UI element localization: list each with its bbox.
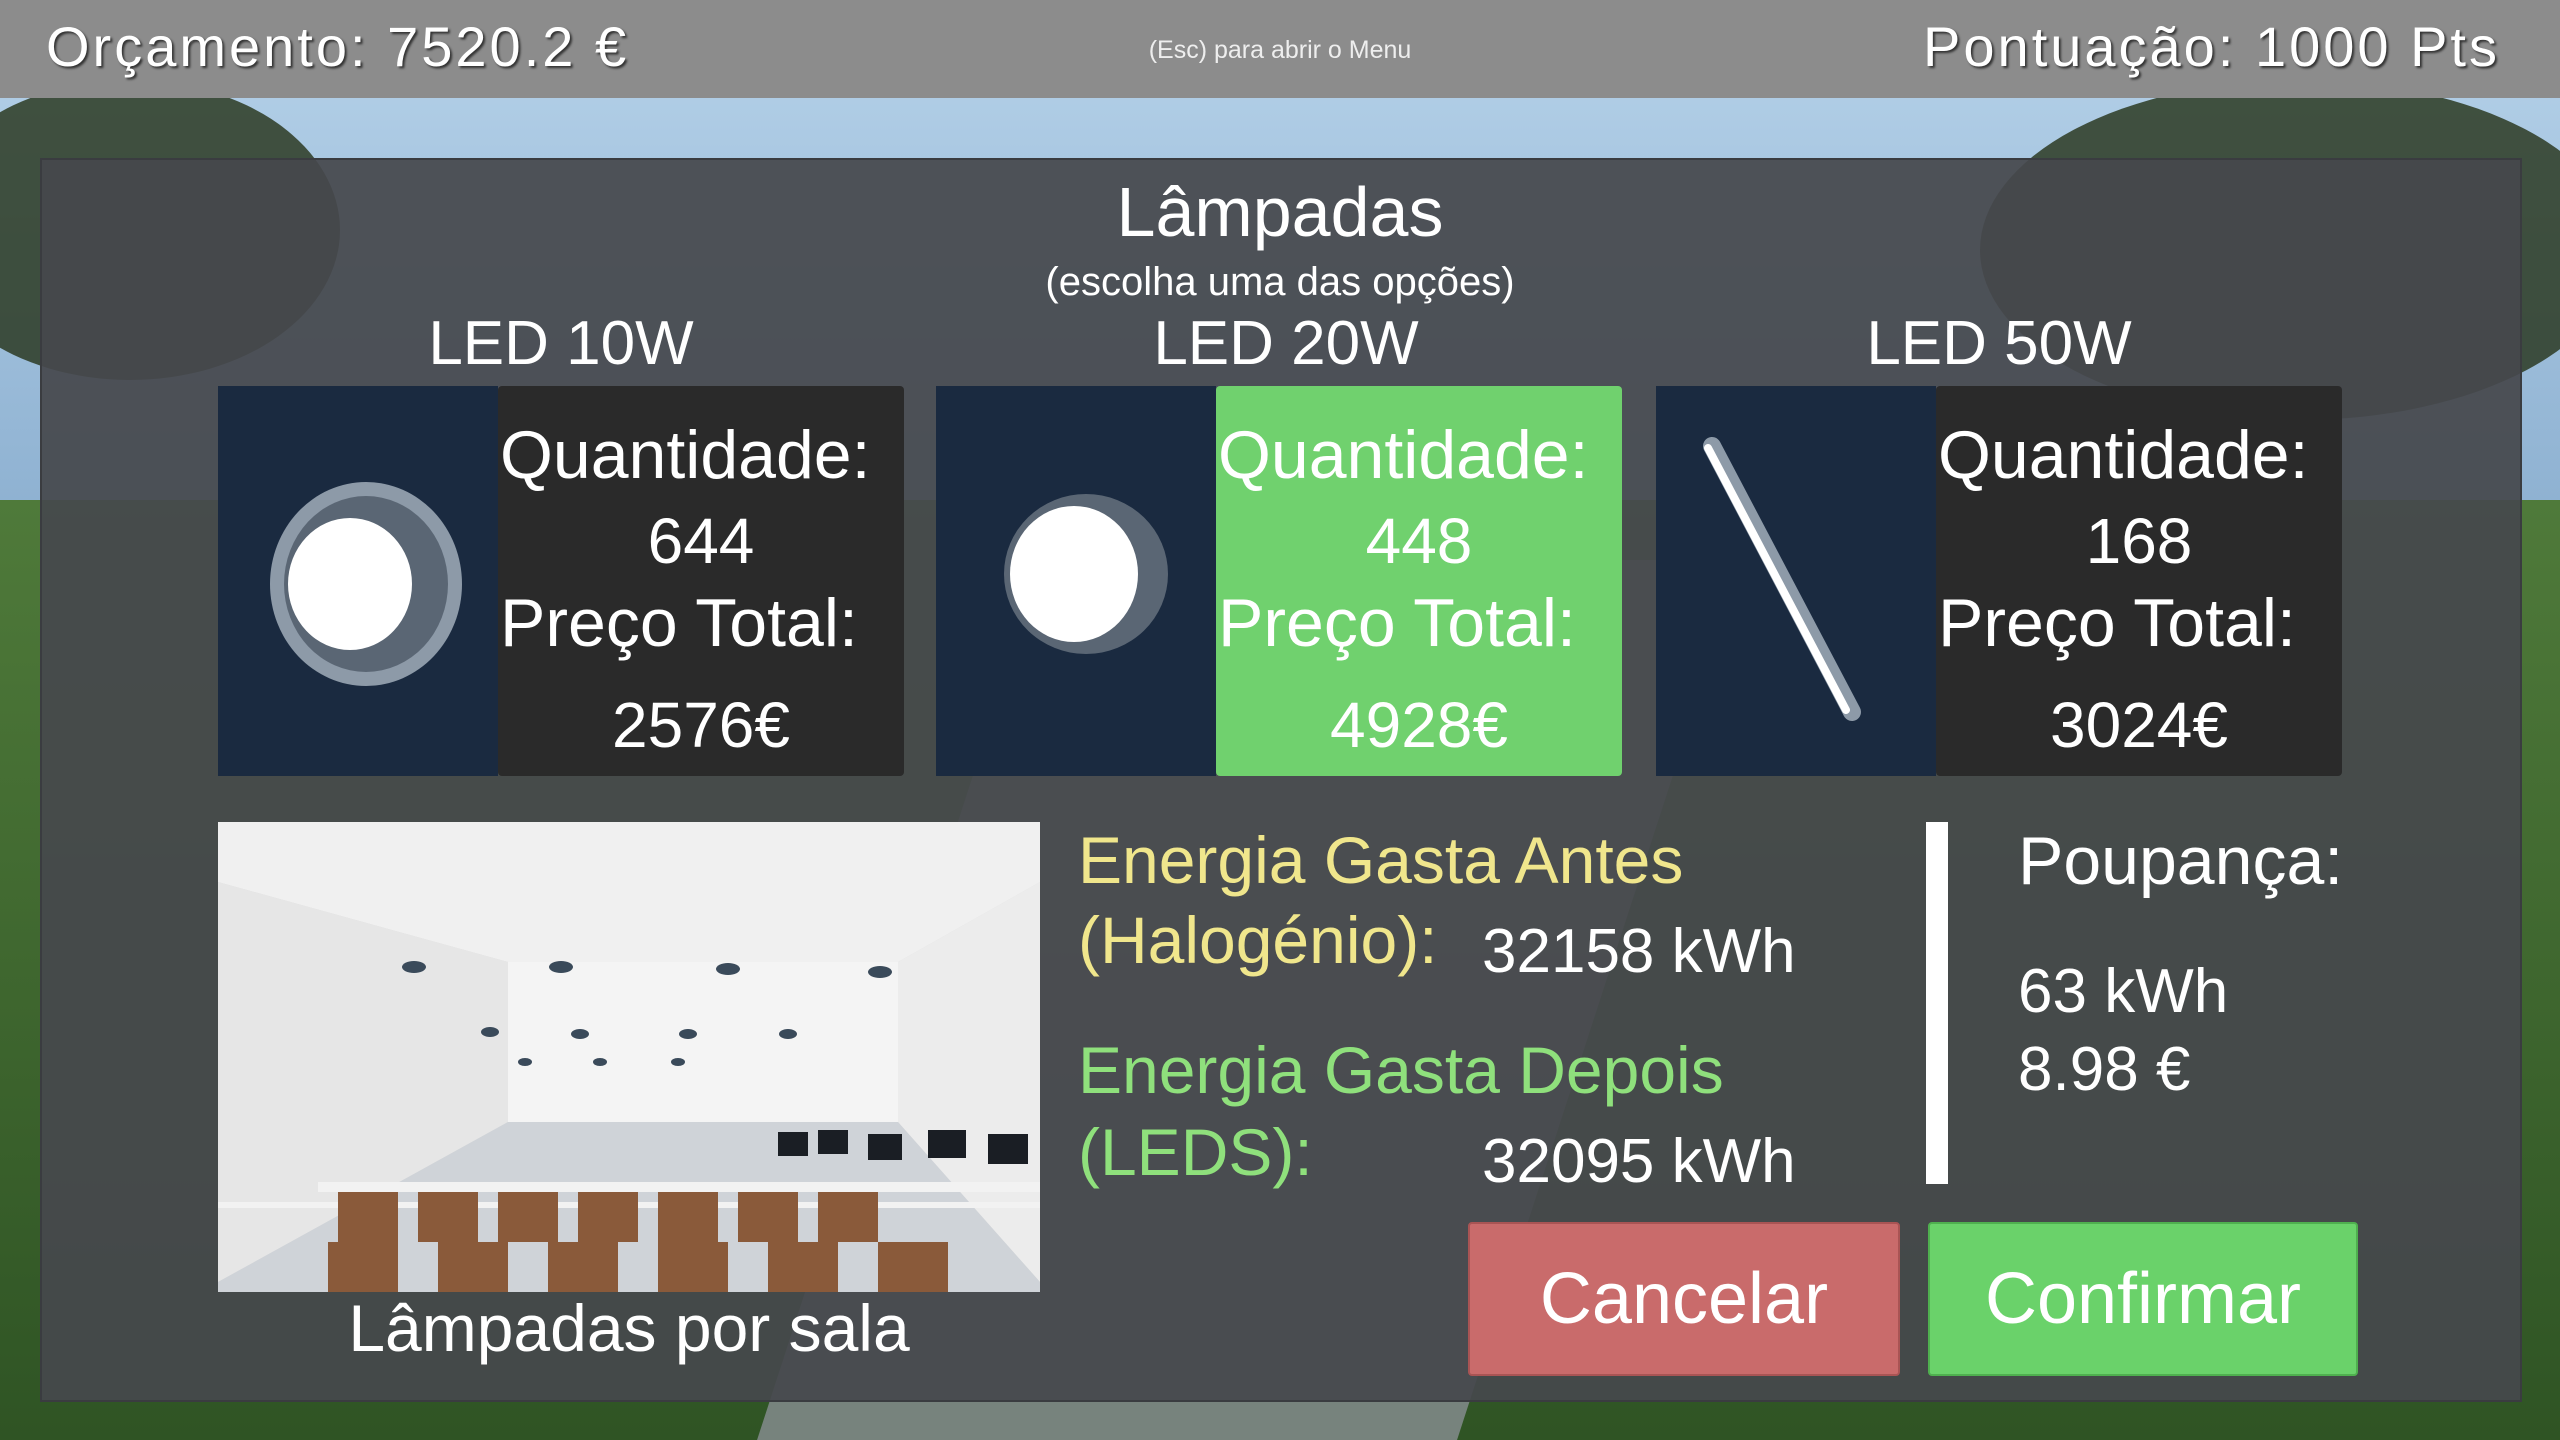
- price-label: Preço Total:: [500, 585, 858, 661]
- tube-lamp-icon: [1703, 437, 1861, 721]
- savings-kwh: 63 kWh: [2018, 957, 2229, 1026]
- hud-bar: Orçamento: 7520.2 € (Esc) para abrir o M…: [0, 0, 2560, 98]
- quantity-label: Quantidade:: [500, 417, 871, 493]
- score-display: Pontuação: 1000 Pts: [1923, 15, 2500, 78]
- led-20w-info: Quantidade: 448 Preço Total: 4928€: [1216, 386, 1622, 776]
- price-value: 2576€: [612, 689, 790, 761]
- confirm-button[interactable]: Confirmar: [1928, 1222, 2358, 1376]
- round-lamp-icon: [270, 482, 462, 686]
- energy-after-value: 32095 kWh: [1482, 1127, 1796, 1196]
- led-10w-info: Quantidade: 644 Preço Total: 2576€: [498, 386, 904, 776]
- quantity-value: 168: [2085, 505, 2193, 577]
- option-card-led-10w[interactable]: Quantidade: 644 Preço Total: 2576€: [218, 386, 904, 776]
- price-value: 4928€: [1330, 689, 1508, 761]
- led-50w-image: [1656, 386, 1936, 776]
- option-card-led-20w[interactable]: Quantidade: 448 Preço Total: 4928€: [936, 386, 1622, 776]
- cancel-button[interactable]: Cancelar: [1468, 1222, 1900, 1376]
- energy-before-label-type: (Halogénio):: [1078, 903, 1438, 977]
- option-title-led-20w: LED 20W: [1153, 309, 1419, 378]
- quantity-label: Quantidade:: [1218, 417, 1589, 493]
- dialog-subtitle: (escolha uma das opções): [1045, 260, 1515, 304]
- led-50w-info: Quantidade: 168 Preço Total: 3024€: [1936, 386, 2342, 776]
- classroom-render: [218, 822, 1040, 1292]
- room-preview-image: [218, 822, 1040, 1292]
- quantity-value: 448: [1365, 505, 1473, 577]
- savings-divider: [1926, 822, 1948, 1184]
- energy-after-label-type: (LEDS):: [1078, 1115, 1313, 1189]
- energy-before-value: 32158 kWh: [1482, 917, 1796, 986]
- savings-title: Poupança:: [2018, 823, 2344, 899]
- price-label: Preço Total:: [1938, 585, 2296, 661]
- price-label: Preço Total:: [1218, 585, 1576, 661]
- option-title-led-10w: LED 10W: [428, 309, 694, 378]
- room-preview-caption: Lâmpadas por sala: [348, 1291, 910, 1365]
- round-panel-lamp-icon: [1004, 494, 1168, 654]
- option-title-led-50w: LED 50W: [1866, 309, 2132, 378]
- quantity-value: 644: [647, 505, 755, 577]
- energy-after-label: Energia Gasta Depois: [1078, 1033, 1724, 1107]
- energy-before-label: Energia Gasta Antes: [1078, 823, 1684, 897]
- dialog-title: Lâmpadas: [1116, 173, 1444, 251]
- led-20w-image: [936, 386, 1216, 776]
- price-value: 3024€: [2050, 689, 2228, 761]
- savings-eur: 8.98 €: [2018, 1035, 2191, 1104]
- quantity-label: Quantidade:: [1938, 417, 2309, 493]
- led-10w-image: [218, 386, 498, 776]
- option-card-led-50w[interactable]: Quantidade: 168 Preço Total: 3024€: [1656, 386, 2342, 776]
